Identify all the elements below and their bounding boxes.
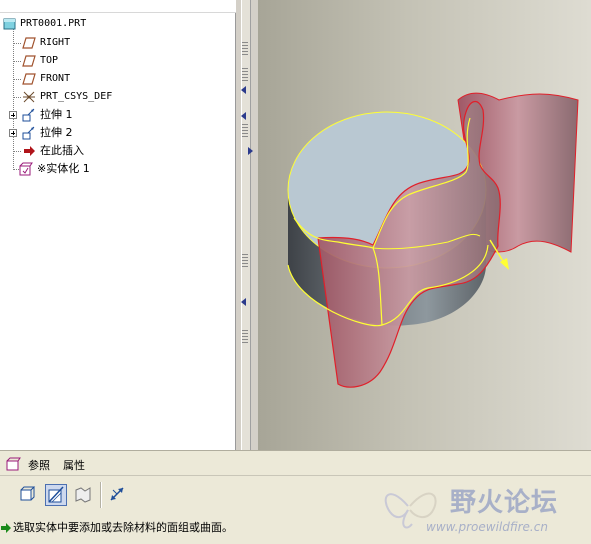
model-view[interactable] [258, 0, 591, 450]
splitter-grip-icon [242, 42, 248, 56]
tree-item-label: RIGHT [40, 37, 71, 48]
splitter-grip-icon [242, 330, 248, 344]
tree-item-right[interactable]: RIGHT [22, 35, 222, 51]
tree-item-extrude-1[interactable]: 拉伸 1 [22, 107, 222, 123]
surface-patch-button[interactable] [73, 484, 95, 506]
solidify-feature-icon [6, 457, 21, 471]
forum-watermark: 野火论坛 www.proewildfire.cn [378, 478, 588, 540]
tree-item-front[interactable]: FRONT [22, 71, 222, 87]
remove-material-icon [48, 486, 64, 503]
datum-plane-icon [22, 73, 36, 85]
datum-plane-icon [22, 37, 36, 49]
surface-patch-icon [75, 487, 91, 503]
watermark-title: 野火论坛 [450, 488, 559, 518]
tree-item-insert-here[interactable]: 在此插入 [22, 143, 222, 159]
extrude-icon [22, 108, 35, 122]
splitter-grip-icon [242, 254, 248, 268]
tab-references[interactable]: 参照 [28, 457, 50, 473]
tree-item-label: 拉伸 2 [40, 126, 73, 139]
insert-here-arrow-icon [24, 146, 35, 156]
tree-item-label: TOP [40, 55, 59, 66]
extrude-icon [22, 126, 35, 140]
tree-item-label: ※实体化 1 [37, 162, 90, 175]
watermark-url: www.proewildfire.cn [426, 520, 548, 534]
message-text: 选取实体中要添加或去除材料的面组或曲面。 [13, 521, 233, 534]
panel-splitter[interactable] [236, 0, 258, 450]
tree-item-root[interactable]: PRT0001.PRT [3, 16, 223, 32]
expand-toggle[interactable] [9, 111, 17, 119]
part-icon [3, 18, 16, 30]
prompt-arrow-icon [1, 523, 11, 533]
tree-connector [13, 97, 21, 98]
graphics-window[interactable] [258, 0, 591, 450]
flip-direction-button[interactable] [107, 484, 129, 506]
solidify-icon [19, 162, 33, 176]
model-tree-panel: PRT0001.PRT RIGHT TOP FRONT PRT_CSYS_DEF [0, 0, 236, 450]
tree-item-extrude-2[interactable]: 拉伸 2 [22, 125, 222, 141]
remove-material-button[interactable] [45, 484, 67, 506]
collapse-left-arrow-icon[interactable] [241, 86, 246, 94]
tree-connector [13, 151, 21, 152]
toolbar-separator [100, 482, 102, 508]
coordinate-system-icon [23, 91, 35, 103]
tree-item-label: 在此插入 [40, 144, 84, 157]
tree-item-label: FRONT [40, 73, 71, 84]
expand-right-arrow-icon[interactable] [248, 147, 253, 155]
tree-item-solidify[interactable]: ※实体化 1 [19, 161, 222, 177]
datum-plane-icon [22, 55, 36, 67]
tree-item-label: PRT0001.PRT [20, 18, 87, 29]
tree-item-label: PRT_CSYS_DEF [40, 91, 113, 102]
dashboard-tabbar: 参照 属性 [0, 453, 591, 476]
tree-header-strip [0, 0, 236, 13]
tree-item-csys[interactable]: PRT_CSYS_DEF [22, 89, 222, 105]
tree-item-top[interactable]: TOP [22, 53, 222, 69]
tree-connector [13, 61, 21, 62]
tree-item-label: 拉伸 1 [40, 108, 73, 121]
tree-connector [13, 28, 14, 168]
flip-direction-icon [110, 487, 124, 501]
tab-properties[interactable]: 属性 [63, 457, 85, 473]
expand-toggle[interactable] [9, 129, 17, 137]
splitter-grip-icon [242, 124, 248, 138]
tree-connector [13, 79, 21, 80]
collapse-left-arrow-icon[interactable] [241, 298, 246, 306]
tree-connector [13, 43, 21, 44]
splitter-grip-icon [242, 68, 248, 82]
solid-button[interactable] [17, 484, 39, 506]
collapse-left-arrow-icon[interactable] [241, 112, 246, 120]
solid-icon [20, 486, 36, 501]
